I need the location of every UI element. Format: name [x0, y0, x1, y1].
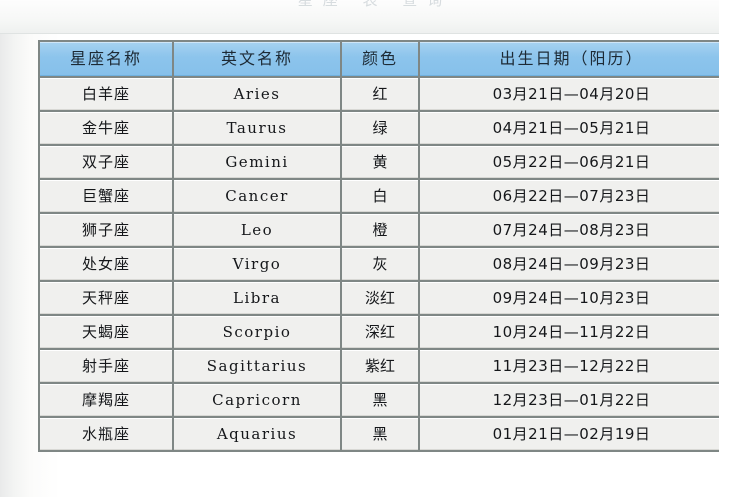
cell-en-name: Aries [174, 78, 340, 110]
cell-cn-name: 金牛座 [40, 112, 172, 144]
table-row[interactable]: 巨蟹座 Cancer 白 06月22日—07月23日 [40, 180, 723, 212]
table-header-row: 星座名称 英文名称 颜色 出生日期（阳历） [40, 42, 723, 76]
table-header: 星座名称 英文名称 颜色 出生日期（阳历） [40, 42, 723, 76]
cell-color: 黄 [342, 146, 418, 178]
cell-date: 08月24日—09月23日 [420, 248, 723, 280]
top-divider [0, 33, 750, 34]
cell-date: 12月23日—01月22日 [420, 384, 723, 416]
cell-color: 紫红 [342, 350, 418, 382]
table-row[interactable]: 处女座 Virgo 灰 08月24日—09月23日 [40, 248, 723, 280]
cell-cn-name: 水瓶座 [40, 418, 172, 450]
cell-en-name: Scorpio [174, 316, 340, 348]
cell-color: 红 [342, 78, 418, 110]
cell-date: 07月24日—08月23日 [420, 214, 723, 246]
cell-color: 深红 [342, 316, 418, 348]
cell-cn-name: 巨蟹座 [40, 180, 172, 212]
cell-color: 淡红 [342, 282, 418, 314]
table-row[interactable]: 射手座 Sagittarius 紫红 11月23日—12月22日 [40, 350, 723, 382]
cell-en-name: Leo [174, 214, 340, 246]
table-row[interactable]: 天秤座 Libra 淡红 09月24日—10月23日 [40, 282, 723, 314]
cell-date: 09月24日—10月23日 [420, 282, 723, 314]
cell-en-name: Virgo [174, 248, 340, 280]
cell-cn-name: 双子座 [40, 146, 172, 178]
table-row[interactable]: 双子座 Gemini 黄 05月22日—06月21日 [40, 146, 723, 178]
cell-color: 黑 [342, 384, 418, 416]
cell-color: 灰 [342, 248, 418, 280]
top-title-strip: 星座 表 查询 [0, 0, 750, 34]
table-row[interactable]: 水瓶座 Aquarius 黑 01月21日—02月19日 [40, 418, 723, 450]
page-background: 星座 表 查询 星座名称 英文名称 颜色 出生日期（阳历） 白羊座 Aries 红 0… [0, 0, 750, 500]
cell-color: 白 [342, 180, 418, 212]
cell-date: 01月21日—02月19日 [420, 418, 723, 450]
cell-date: 05月22日—06月21日 [420, 146, 723, 178]
cell-cn-name: 摩羯座 [40, 384, 172, 416]
cell-date: 11月23日—12月22日 [420, 350, 723, 382]
cell-cn-name: 狮子座 [40, 214, 172, 246]
cell-en-name: Taurus [174, 112, 340, 144]
table-row[interactable]: 摩羯座 Capricorn 黑 12月23日—01月22日 [40, 384, 723, 416]
zodiac-table-container: 星座名称 英文名称 颜色 出生日期（阳历） 白羊座 Aries 红 03月21日—04… [38, 40, 725, 452]
zodiac-table: 星座名称 英文名称 颜色 出生日期（阳历） 白羊座 Aries 红 03月21日—04… [38, 40, 725, 452]
cell-cn-name: 射手座 [40, 350, 172, 382]
column-header-en-name[interactable]: 英文名称 [174, 42, 340, 76]
cell-en-name: Cancer [174, 180, 340, 212]
table-row[interactable]: 狮子座 Leo 橙 07月24日—08月23日 [40, 214, 723, 246]
cell-en-name: Sagittarius [174, 350, 340, 382]
cell-cn-name: 天蝎座 [40, 316, 172, 348]
cell-en-name: Libra [174, 282, 340, 314]
table-row[interactable]: 金牛座 Taurus 绿 04月21日—05月21日 [40, 112, 723, 144]
cell-color: 橙 [342, 214, 418, 246]
cell-date: 03月21日—04月20日 [420, 78, 723, 110]
table-row[interactable]: 白羊座 Aries 红 03月21日—04月20日 [40, 78, 723, 110]
table-body: 白羊座 Aries 红 03月21日—04月20日 金牛座 Taurus 绿 04月21日—0… [40, 78, 723, 450]
top-title-faint-text: 星座 表 查询 [297, 0, 453, 9]
cell-color: 绿 [342, 112, 418, 144]
cell-color: 黑 [342, 418, 418, 450]
cell-en-name: Gemini [174, 146, 340, 178]
cell-date: 06月22日—07月23日 [420, 180, 723, 212]
right-gutter [719, 0, 750, 500]
cell-cn-name: 白羊座 [40, 78, 172, 110]
column-header-color[interactable]: 颜色 [342, 42, 418, 76]
cell-cn-name: 处女座 [40, 248, 172, 280]
cell-en-name: Aquarius [174, 418, 340, 450]
cell-cn-name: 天秤座 [40, 282, 172, 314]
column-header-date[interactable]: 出生日期（阳历） [420, 42, 723, 76]
column-header-cn-name[interactable]: 星座名称 [40, 42, 172, 76]
table-row[interactable]: 天蝎座 Scorpio 深红 10月24日—11月22日 [40, 316, 723, 348]
cell-en-name: Capricorn [174, 384, 340, 416]
cell-date: 10月24日—11月22日 [420, 316, 723, 348]
cell-date: 04月21日—05月21日 [420, 112, 723, 144]
